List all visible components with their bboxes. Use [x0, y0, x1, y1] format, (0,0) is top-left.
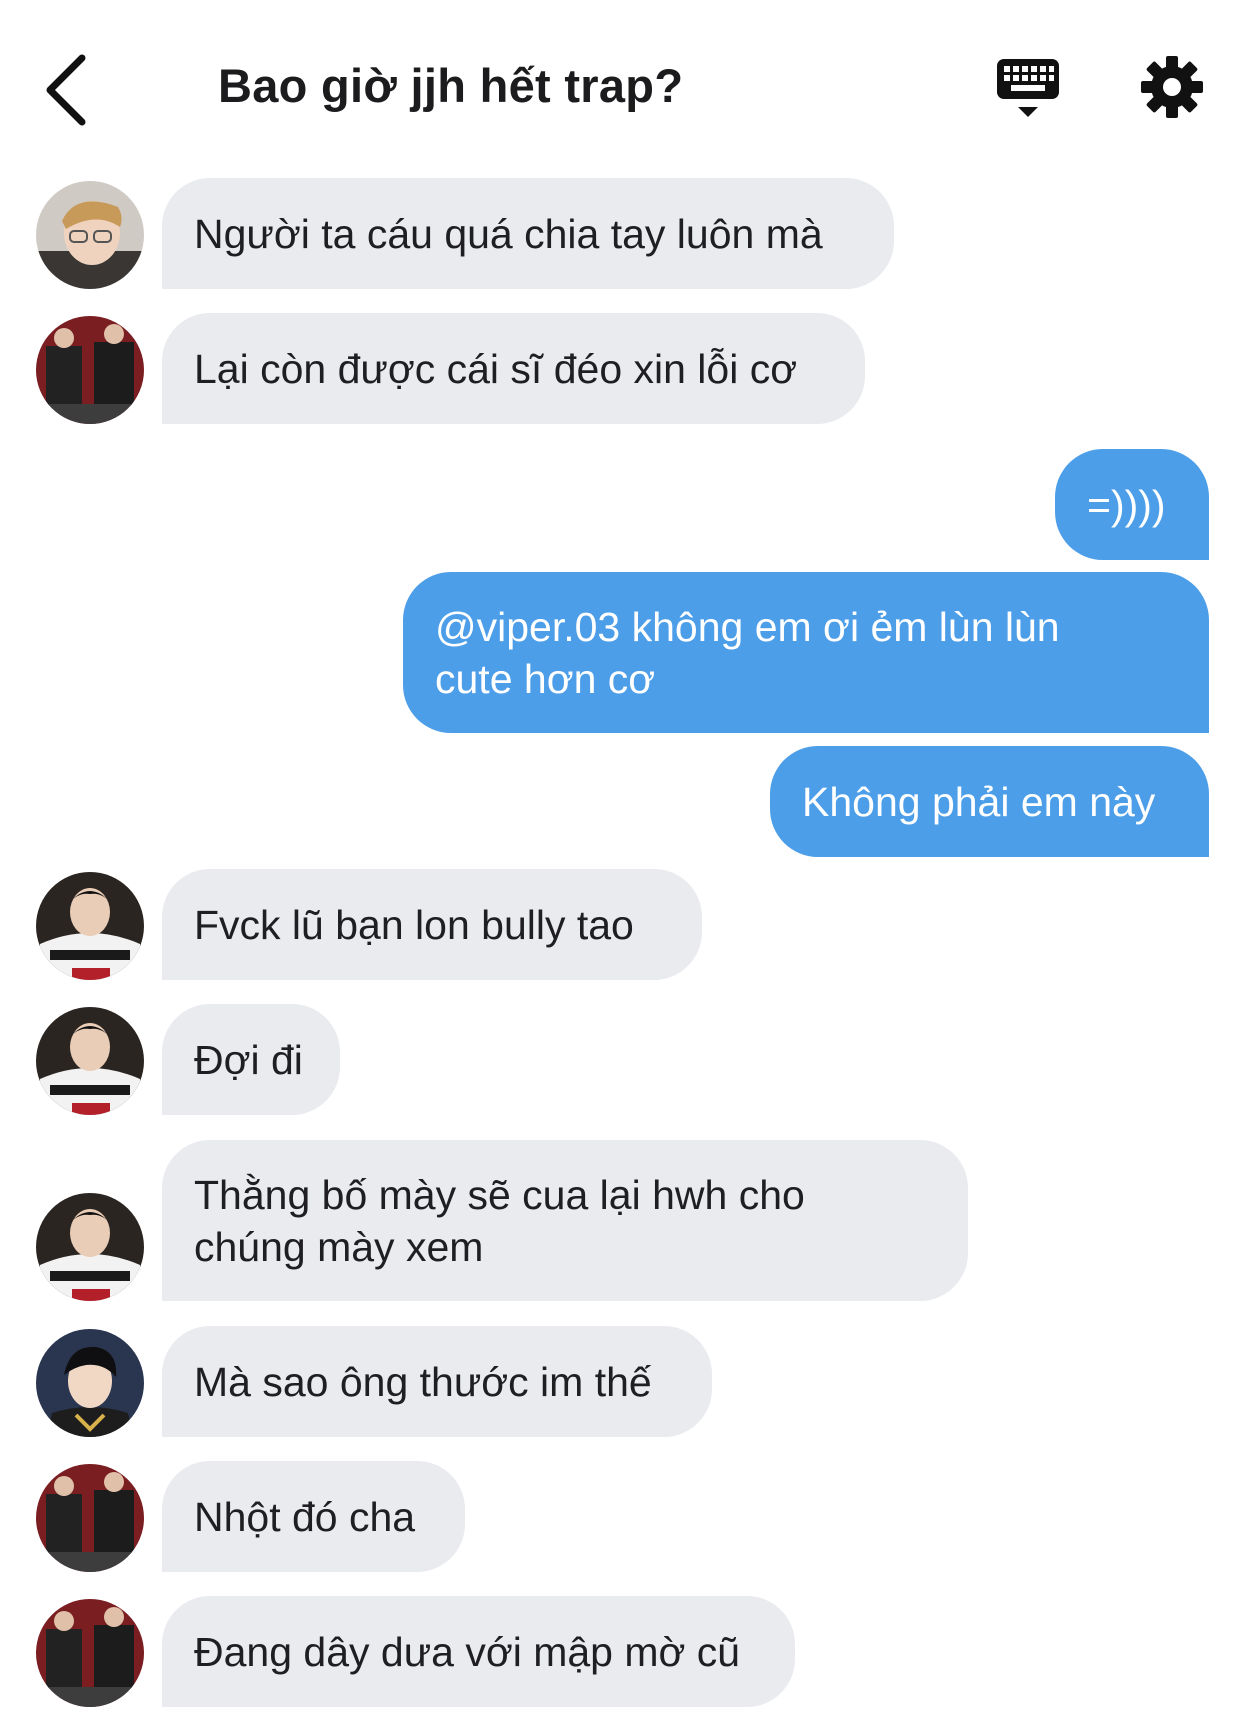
avatar[interactable]: [36, 316, 144, 424]
message-text: Mà sao ông thước im thế: [194, 1358, 652, 1405]
avatar[interactable]: [36, 1464, 144, 1572]
message-bubble-incoming[interactable]: Nhột đó cha: [162, 1461, 465, 1572]
chat-header: Bao giờ jjh hết trap?: [0, 0, 1242, 170]
avatar[interactable]: [36, 1193, 144, 1301]
avatar[interactable]: [36, 1329, 144, 1437]
message-bubble-outgoing[interactable]: =)))): [1055, 449, 1209, 560]
message-bubble-incoming[interactable]: Mà sao ông thước im thế: [162, 1326, 712, 1437]
back-button[interactable]: [38, 50, 98, 130]
settings-button[interactable]: [1139, 54, 1205, 120]
message-text: Không phải em này: [802, 778, 1156, 825]
message-text: Fvck lũ bạn lon bully tao: [194, 901, 634, 948]
gear-icon: [1141, 56, 1203, 118]
message-text: Lại còn được cái sĩ đéo xin lỗi cơ: [194, 345, 798, 392]
message-bubble-incoming[interactable]: Fvck lũ bạn lon bully tao: [162, 869, 702, 980]
message-text: @viper.03 không em ơi ẻm lùn lùn cute hơ…: [435, 603, 1060, 702]
message-bubble-outgoing[interactable]: @viper.03 không em ơi ẻm lùn lùn cute hơ…: [403, 572, 1209, 733]
avatar[interactable]: [36, 872, 144, 980]
message-text: Thằng bố mày sẽ cua lại hwh cho chúng mà…: [194, 1171, 805, 1270]
message-bubble-incoming[interactable]: Người ta cáu quá chia tay luôn mà: [162, 178, 894, 289]
conversation-title: Bao giờ jjh hết trap?: [218, 59, 684, 112]
keyboard-button[interactable]: [995, 57, 1061, 123]
avatar[interactable]: [36, 1599, 144, 1707]
message-text: Người ta cáu quá chia tay luôn mà: [194, 210, 823, 257]
message-text: Nhột đó cha: [194, 1493, 416, 1540]
message-text: Đợi đi: [194, 1036, 303, 1083]
message-bubble-outgoing[interactable]: Không phải em này: [770, 746, 1209, 857]
message-text: =)))): [1087, 481, 1166, 528]
message-bubble-incoming[interactable]: Đang dây dưa với mập mờ cũ: [162, 1596, 795, 1707]
message-text: Đang dây dưa với mập mờ cũ: [194, 1628, 741, 1675]
message-bubble-incoming[interactable]: Thằng bố mày sẽ cua lại hwh cho chúng mà…: [162, 1140, 968, 1301]
chevron-left-icon: [46, 54, 86, 126]
message-bubble-incoming[interactable]: Đợi đi: [162, 1004, 340, 1115]
avatar[interactable]: [36, 181, 144, 289]
keyboard-icon: [997, 59, 1059, 117]
message-bubble-incoming[interactable]: Lại còn được cái sĩ đéo xin lỗi cơ: [162, 313, 865, 424]
avatar[interactable]: [36, 1007, 144, 1115]
